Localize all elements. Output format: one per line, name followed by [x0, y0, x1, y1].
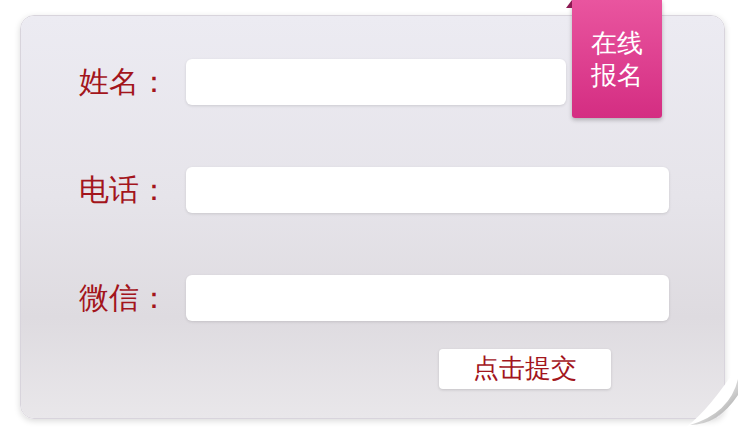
field-label: 电话：	[79, 172, 186, 208]
text-field[interactable]	[186, 59, 566, 105]
field-label: 微信：	[79, 280, 186, 316]
text-field[interactable]	[186, 167, 669, 213]
submit-button[interactable]: 点击提交	[439, 349, 611, 389]
field-label: 姓名：	[79, 64, 186, 100]
form-row: 微信：	[79, 275, 724, 321]
text-field[interactable]	[186, 275, 669, 321]
signup-page: 姓名： 电话： 微信： 点击提交 在线报名	[0, 0, 750, 431]
ribbon-label: 在线报名	[591, 27, 643, 92]
ribbon-fold	[566, 0, 572, 8]
signup-ribbon: 在线报名	[572, 0, 662, 118]
form-row: 电话：	[79, 167, 724, 213]
page-curl-icon	[680, 365, 738, 427]
